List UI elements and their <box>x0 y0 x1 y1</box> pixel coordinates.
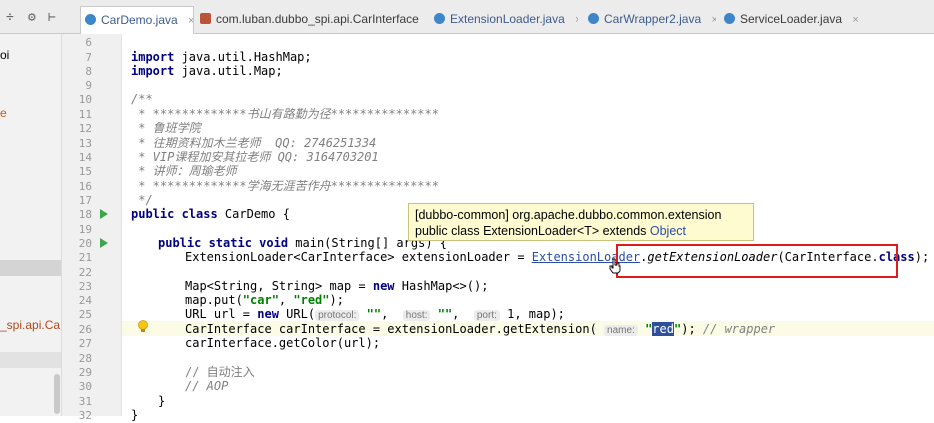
project-item[interactable]: _spi.api.Ca <box>0 318 60 332</box>
close-icon[interactable]: × <box>575 14 578 26</box>
close-icon[interactable]: × <box>712 14 717 26</box>
line-number: 12 <box>78 122 92 135</box>
line-number: 14 <box>78 151 92 164</box>
line-number: 21 <box>78 251 92 264</box>
line-number: 30 <box>78 380 92 393</box>
tab-label: com.luban.dubbo_spi.api.CarInterface <box>216 12 419 26</box>
close-icon[interactable]: × <box>852 14 858 26</box>
object-link[interactable]: Object <box>650 224 686 238</box>
code-line: URL url = new URL(protocol: "", host: ""… <box>185 307 565 321</box>
line-number: 13 <box>78 137 92 150</box>
doc-comment: * *************学海无涯苦作舟*************** <box>131 179 439 193</box>
doc-comment: */ <box>131 193 153 207</box>
tab-label: CarWrapper2.java <box>604 12 702 26</box>
line-number: 11 <box>78 108 92 121</box>
tab-serviceloader[interactable]: ServiceLoader.java × <box>720 6 866 32</box>
line-number: 16 <box>78 180 92 193</box>
tooltip-package: [dubbo-common] org.apache.dubbo.common.e… <box>415 208 722 222</box>
selected-row[interactable] <box>0 260 61 276</box>
editor-tab-bar: ÷ ⚙ ⊢ CarDemo.java × com.luban.dubbo_spi… <box>0 0 934 34</box>
doc-comment: * VIP课程加安其拉老师 QQ: 3164703201 <box>131 150 379 164</box>
project-item[interactable]: e <box>0 106 7 120</box>
line-number: 22 <box>78 266 92 279</box>
gear-icon[interactable]: ⚙ <box>28 10 36 25</box>
hide-icon[interactable]: ⊢ <box>48 10 56 25</box>
tab-label: CarDemo.java <box>101 13 178 27</box>
tab-label: ExtensionLoader.java <box>450 12 565 26</box>
tab-cardemo[interactable]: CarDemo.java × <box>80 6 194 34</box>
param-hint: name: <box>604 325 638 336</box>
class-icon <box>724 13 735 24</box>
annotation-box <box>616 244 898 278</box>
line-number: 7 <box>85 51 92 64</box>
line-number: 31 <box>78 395 92 408</box>
code-line: public class CarDemo { <box>131 207 290 221</box>
selected-text[interactable]: red <box>652 322 674 336</box>
line-number: 29 <box>78 366 92 379</box>
run-class-icon[interactable] <box>100 209 108 219</box>
close-icon[interactable]: × <box>188 15 193 27</box>
quick-doc-tooltip: [dubbo-common] org.apache.dubbo.common.e… <box>408 203 754 241</box>
tab-extensionloader[interactable]: ExtensionLoader.java × <box>430 6 578 32</box>
class-icon <box>588 13 599 24</box>
line-number: 18 <box>78 208 92 221</box>
lightbulb-icon[interactable] <box>137 320 149 334</box>
code-line: public static void main(String[] args) { <box>158 236 447 250</box>
line-number: 17 <box>78 194 92 207</box>
comment-line: // 自动注入 <box>185 365 255 379</box>
doc-comment: /** <box>131 92 153 106</box>
line-number: 15 <box>78 165 92 178</box>
tab-carinterface[interactable]: com.luban.dubbo_spi.api.CarInterface × <box>196 6 422 32</box>
project-item[interactable]: oi <box>0 48 9 62</box>
doc-comment: * 往期资料加木兰老师 QQ: 2746251334 <box>131 136 377 150</box>
class-icon <box>434 13 445 24</box>
line-number: 19 <box>78 223 92 236</box>
line-number: 20 <box>78 237 92 250</box>
line-number: 24 <box>78 294 92 307</box>
run-main-icon[interactable] <box>100 238 108 248</box>
hand-cursor-icon <box>609 258 621 274</box>
param-hint: port: <box>473 310 500 321</box>
code-line: CarInterface carInterface = extensionLoa… <box>185 322 776 336</box>
doc-comment: * 鲁班学院 <box>131 121 201 135</box>
line-number: 9 <box>85 79 92 92</box>
line-number: 23 <box>78 280 92 293</box>
code-line: import java.util.Map; <box>131 64 283 78</box>
line-number: 28 <box>78 352 92 365</box>
doc-comment: * 讲师：周瑜老师 <box>131 164 237 178</box>
doc-comment: * *************书山有路勤为径*************** <box>131 107 439 121</box>
line-number: 6 <box>85 36 92 49</box>
comment-line: // AOP <box>185 379 229 393</box>
tooltip-signature: public class ExtensionLoader<T> extends … <box>415 224 687 238</box>
line-number: 25 <box>78 308 92 321</box>
code-line: map.put("car", "red"); <box>185 293 344 307</box>
line-number: 27 <box>78 337 92 350</box>
line-number: 26 <box>78 323 92 336</box>
selected-row[interactable] <box>0 352 61 368</box>
line-number: 10 <box>78 93 92 106</box>
code-line: Map<String, String> map = new HashMap<>(… <box>185 279 489 293</box>
class-icon <box>85 14 96 25</box>
project-panel: oi e _spi.api.Ca <box>0 34 62 416</box>
tab-carwrapper2[interactable]: CarWrapper2.java × <box>584 6 716 32</box>
code-line: } <box>158 394 166 408</box>
code-line: import java.util.HashMap; <box>131 50 312 64</box>
scrollbar[interactable] <box>54 374 60 414</box>
line-number: 8 <box>85 65 92 78</box>
tab-label: ServiceLoader.java <box>740 12 843 26</box>
code-line: carInterface.getColor(url); <box>185 336 381 350</box>
file-icon <box>200 13 211 24</box>
param-hint: protocol: <box>315 310 360 321</box>
collapse-icon[interactable]: ÷ <box>6 10 14 25</box>
param-hint: host: <box>402 310 431 321</box>
